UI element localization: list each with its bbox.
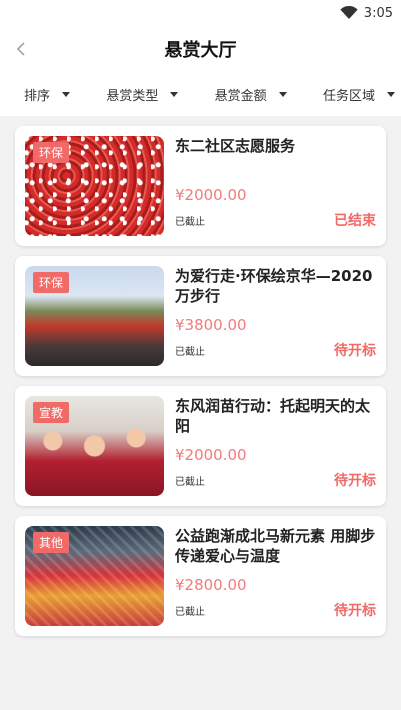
reward-list: 环保 东二社区志愿服务 ¥2000.00 已截止 已结束 环保 为爱行走·环保绘… xyxy=(0,116,401,636)
status-time: 3:05 xyxy=(363,5,393,21)
caret-down-icon xyxy=(387,91,395,97)
card-status: 待开标 xyxy=(334,473,376,489)
card-image: 其他 xyxy=(25,526,164,626)
card-title: 为爱行走·环保绘京华—2020万步行 xyxy=(175,267,373,305)
reward-card[interactable]: 宣教 东风润苗行动：托起明天的太阳 ¥2000.00 已截止 待开标 xyxy=(15,386,386,506)
filter-task-region[interactable]: 任务区域 xyxy=(323,85,395,104)
card-amount: ¥2000.00 xyxy=(175,186,247,204)
card-amount: ¥3800.00 xyxy=(175,316,247,334)
filter-label: 任务区域 xyxy=(322,88,375,104)
filter-reward-type[interactable]: 悬赏类型 xyxy=(106,85,179,104)
card-title: 东风润苗行动：托起明天的太阳 xyxy=(175,397,371,435)
category-tag: 环保 xyxy=(33,272,70,293)
card-title: 公益跑渐成北马新元素 用脚步传递爱心与温度 xyxy=(175,527,376,565)
card-amount: ¥2000.00 xyxy=(175,446,247,464)
card-status: 待开标 xyxy=(334,343,376,359)
page-title: 悬赏大厅 xyxy=(164,40,237,61)
filter-bar: 排序 悬赏类型 悬赏金额 任务区域 xyxy=(0,72,401,116)
card-status: 待开标 xyxy=(334,603,376,619)
category-tag: 环保 xyxy=(33,142,70,163)
status-bar: 3:05 xyxy=(0,0,401,26)
filter-label: 悬赏金额 xyxy=(214,88,267,104)
filter-label: 悬赏类型 xyxy=(106,88,159,104)
card-image: 环保 xyxy=(25,136,164,236)
reward-card[interactable]: 其他 公益跑渐成北马新元素 用脚步传递爱心与温度 ¥2800.00 已截止 待开… xyxy=(15,516,386,636)
card-status: 已结束 xyxy=(334,213,376,229)
caret-down-icon xyxy=(62,91,71,97)
filter-reward-amount[interactable]: 悬赏金额 xyxy=(215,85,287,104)
card-image: 宣教 xyxy=(25,396,164,496)
card-deadline: 已截止 xyxy=(175,477,205,488)
back-button[interactable] xyxy=(10,38,32,60)
caret-down-icon xyxy=(278,91,287,97)
card-info: 为爱行走·环保绘京华—2020万步行 ¥3800.00 已截止 待开标 xyxy=(164,266,376,366)
card-amount: ¥2800.00 xyxy=(175,576,247,594)
title-bar: 悬赏大厅 xyxy=(0,26,401,72)
filter-sort[interactable]: 排序 xyxy=(24,85,71,104)
caret-down-icon xyxy=(170,91,179,97)
card-deadline: 已截止 xyxy=(175,217,205,228)
category-tag: 宣教 xyxy=(33,402,70,423)
card-info: 东二社区志愿服务 ¥2000.00 已截止 已结束 xyxy=(164,136,376,236)
reward-card[interactable]: 环保 东二社区志愿服务 ¥2000.00 已截止 已结束 xyxy=(15,126,386,246)
card-image: 环保 xyxy=(25,266,164,366)
card-deadline: 已截止 xyxy=(175,347,205,358)
card-title: 东二社区志愿服务 xyxy=(175,137,296,155)
reward-card[interactable]: 环保 为爱行走·环保绘京华—2020万步行 ¥3800.00 已截止 待开标 xyxy=(15,256,386,376)
card-deadline: 已截止 xyxy=(175,607,205,618)
category-tag: 其他 xyxy=(33,532,70,553)
wifi-icon xyxy=(340,6,358,19)
card-info: 东风润苗行动：托起明天的太阳 ¥2000.00 已截止 待开标 xyxy=(164,396,376,496)
card-info: 公益跑渐成北马新元素 用脚步传递爱心与温度 ¥2800.00 已截止 待开标 xyxy=(164,526,376,626)
top-area: 3:05 悬赏大厅 排序 悬赏类型 悬赏金额 任务区域 xyxy=(0,0,401,116)
chevron-left-icon xyxy=(16,42,25,56)
filter-label: 排序 xyxy=(24,88,51,104)
